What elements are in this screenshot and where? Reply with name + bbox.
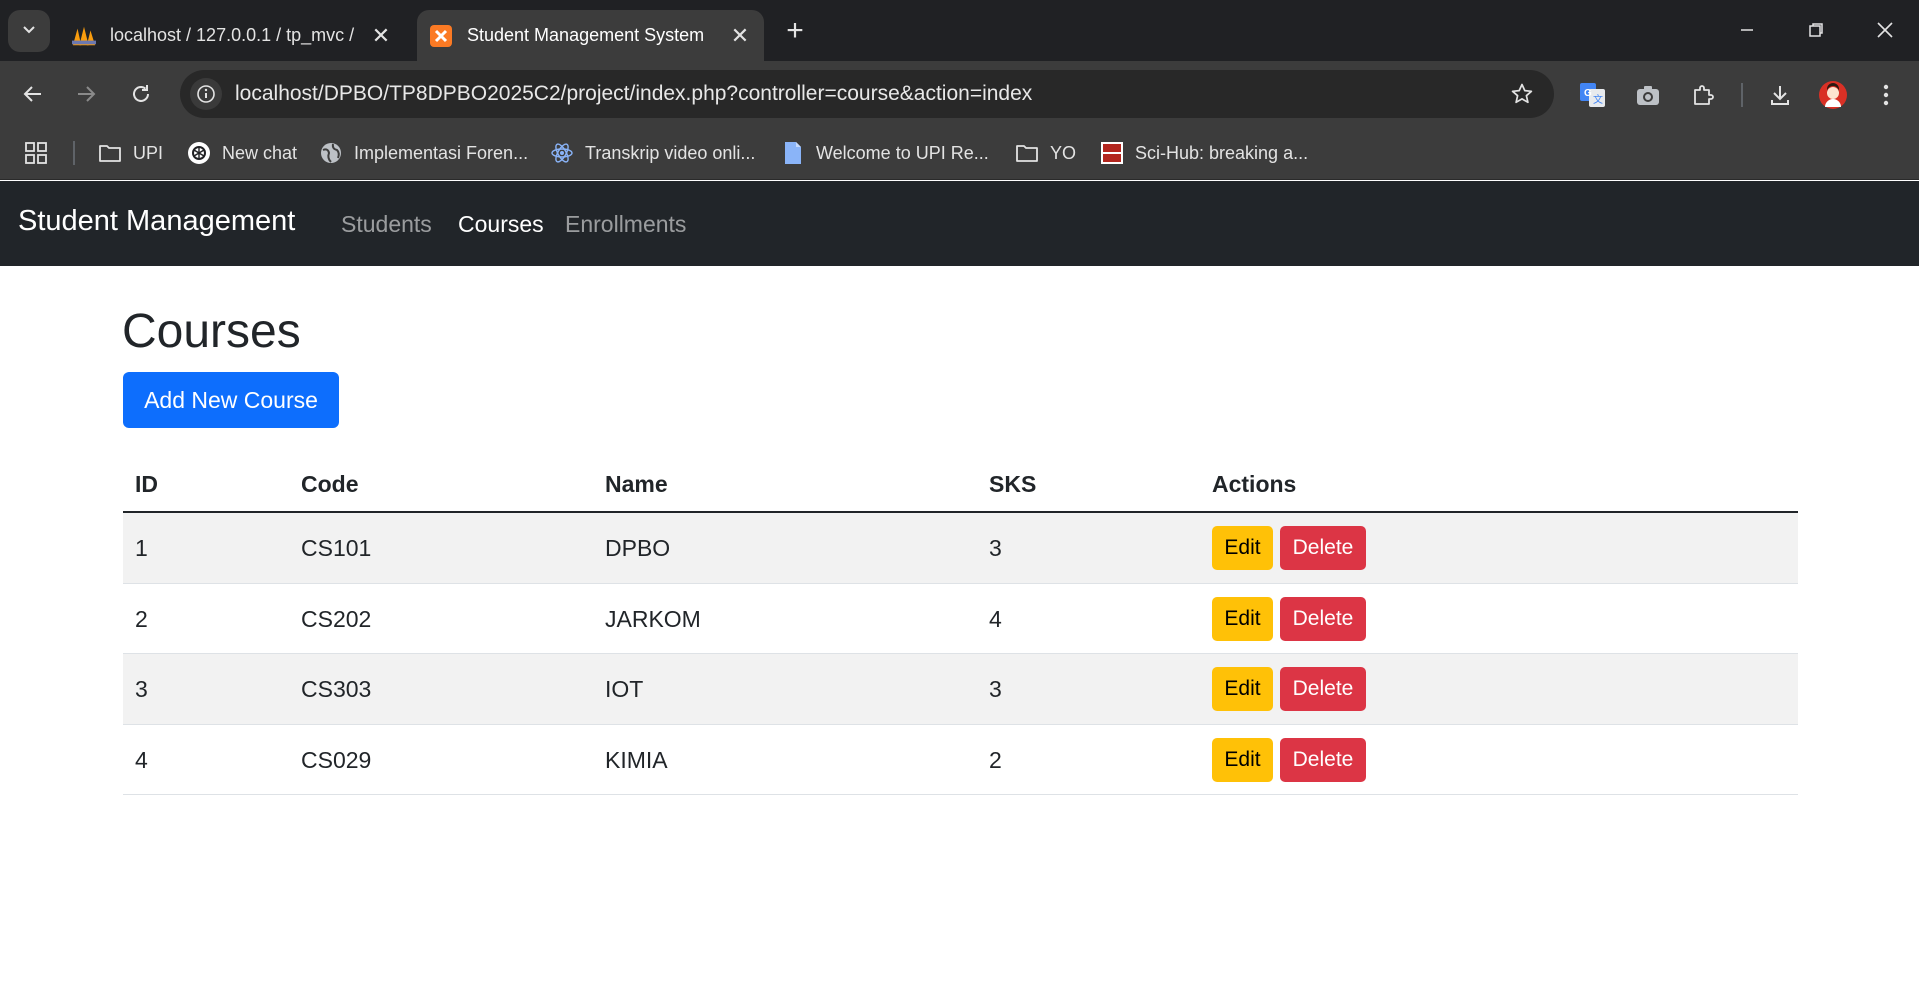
toolbar-separator	[1741, 83, 1743, 107]
bookmark-upi[interactable]: UPI	[97, 137, 163, 169]
phpmyadmin-icon	[72, 24, 96, 48]
apps-grid-icon[interactable]	[24, 137, 48, 169]
column-header-code: Code	[301, 471, 359, 497]
folder-icon	[1014, 140, 1040, 166]
navbar-brand[interactable]: Student Management	[18, 205, 295, 238]
forward-button[interactable]	[65, 73, 107, 115]
nav-link-enrollments[interactable]: Enrollments	[565, 211, 686, 238]
cell-sks: 2	[989, 746, 1002, 773]
table-row: 1 CS101 DPBO 3 Edit Delete	[123, 513, 1798, 584]
table-row: 4 CS029 KIMIA 2 Edit Delete	[123, 725, 1798, 795]
edit-button[interactable]: Edit	[1212, 526, 1273, 570]
cell-sks: 3	[989, 535, 1002, 561]
cell-name: JARKOM	[605, 605, 701, 632]
bookmark-yo[interactable]: YO	[1014, 137, 1076, 169]
cell-code: CS202	[301, 605, 372, 632]
bookmark-transkrip[interactable]: Transkrip video onli...	[549, 137, 755, 169]
bookmark-scihub[interactable]: Sci-Hub: breaking a...	[1099, 137, 1308, 169]
cell-sks: 4	[989, 605, 1002, 632]
chevron-down-icon	[21, 21, 37, 42]
bookmark-star-icon[interactable]	[1510, 82, 1534, 111]
bookmark-new-chat[interactable]: New chat	[186, 137, 297, 169]
table-row: 2 CS202 JARKOM 4 Edit Delete	[123, 584, 1798, 654]
extensions-puzzle-icon[interactable]	[1685, 77, 1721, 113]
profile-avatar[interactable]	[1815, 77, 1851, 113]
bookmark-implementasi[interactable]: Implementasi Foren...	[318, 137, 528, 169]
browser-toolbar: localhost/DPBO/TP8DPBO2025C2/project/ind…	[0, 61, 1919, 127]
column-header-actions: Actions	[1212, 471, 1297, 497]
delete-button[interactable]: Delete	[1280, 737, 1366, 782]
back-button[interactable]	[12, 73, 54, 115]
bookmark-label: Welcome to UPI Re...	[816, 142, 989, 163]
bookmark-label: Sci-Hub: breaking a...	[1135, 142, 1309, 163]
bookmark-label: YO	[1050, 142, 1077, 163]
site-info-icon[interactable]	[190, 78, 222, 110]
svg-text:G: G	[1584, 88, 1592, 99]
tab-title: Student Management System	[467, 25, 705, 45]
tab-phpmyadmin[interactable]: localhost / 127.0.0.1 / tp_mvc / ✕	[60, 10, 405, 61]
column-header-id: ID	[135, 471, 158, 497]
cell-id: 4	[135, 746, 148, 773]
bookmark-welcome-upi[interactable]: Welcome to UPI Re...	[780, 137, 989, 169]
address-bar[interactable]: localhost/DPBO/TP8DPBO2025C2/project/ind…	[180, 70, 1554, 118]
bookmark-label: New chat	[222, 142, 298, 163]
react-icon	[549, 140, 575, 166]
delete-button[interactable]: Delete	[1280, 667, 1366, 711]
openai-icon	[186, 140, 212, 166]
bookmark-label: Transkrip video onli...	[585, 142, 756, 163]
globe-icon	[318, 140, 344, 166]
tab-search-button[interactable]	[8, 10, 50, 52]
camera-icon[interactable]	[1630, 77, 1666, 113]
xampp-icon	[429, 24, 453, 48]
bookmark-label: Implementasi Foren...	[354, 142, 529, 163]
cell-id: 1	[135, 535, 148, 561]
nav-link-students[interactable]: Students	[341, 211, 432, 238]
edit-button[interactable]: Edit	[1212, 667, 1273, 711]
new-tab-button[interactable]: +	[778, 14, 812, 48]
tab-title: localhost / 127.0.0.1 / tp_mvc /	[110, 25, 355, 45]
google-translate-icon[interactable]: G文	[1575, 77, 1611, 113]
download-icon[interactable]	[1762, 77, 1798, 113]
tab-student-management[interactable]: Student Management System ✕	[417, 10, 764, 61]
folder-icon	[97, 140, 123, 166]
table-header: ID Code Name SKS Actions	[123, 458, 1798, 513]
document-icon	[780, 140, 806, 166]
cell-code: CS029	[301, 746, 372, 773]
url-text: localhost/DPBO/TP8DPBO2025C2/project/ind…	[235, 82, 1033, 105]
restore-button[interactable]	[1787, 8, 1845, 52]
cell-code: CS303	[301, 676, 372, 702]
column-header-sks: SKS	[989, 471, 1037, 497]
edit-button[interactable]: Edit	[1212, 596, 1273, 641]
close-window-button[interactable]	[1856, 8, 1914, 52]
column-header-name: Name	[605, 471, 668, 497]
reload-button[interactable]	[120, 73, 162, 115]
page-title: Courses	[122, 305, 301, 358]
courses-table: ID Code Name SKS Actions 1 CS101 DPBO 3 …	[123, 458, 1798, 795]
delete-button[interactable]: Delete	[1280, 596, 1366, 641]
edit-button[interactable]: Edit	[1212, 737, 1273, 782]
svg-text:文: 文	[1593, 93, 1603, 106]
cell-name: IOT	[605, 676, 644, 702]
bookmarks-bar: UPI New chat Implementasi Foren... Trans…	[0, 127, 1919, 180]
cell-name: DPBO	[605, 535, 671, 561]
cell-name: KIMIA	[605, 746, 668, 773]
add-new-course-button[interactable]: Add New Course	[123, 372, 339, 428]
close-icon[interactable]: ✕	[365, 20, 397, 52]
scihub-icon	[1099, 140, 1125, 166]
menu-kebab-icon[interactable]	[1868, 77, 1904, 113]
cell-sks: 3	[989, 676, 1002, 702]
nav-link-courses[interactable]: Courses	[458, 211, 544, 238]
app-navbar: Student Management Students Courses Enro…	[0, 181, 1919, 266]
cell-id: 3	[135, 676, 148, 702]
delete-button[interactable]: Delete	[1280, 526, 1366, 570]
browser-tabstrip: localhost / 127.0.0.1 / tp_mvc / ✕ Stude…	[0, 0, 1919, 61]
cell-code: CS101	[301, 535, 372, 561]
close-icon[interactable]: ✕	[724, 20, 756, 52]
minimize-button[interactable]	[1718, 8, 1776, 52]
table-row: 3 CS303 IOT 3 Edit Delete	[123, 654, 1798, 725]
bookmark-label: UPI	[133, 142, 164, 163]
bookmarks-separator	[73, 141, 75, 165]
cell-id: 2	[135, 605, 148, 632]
